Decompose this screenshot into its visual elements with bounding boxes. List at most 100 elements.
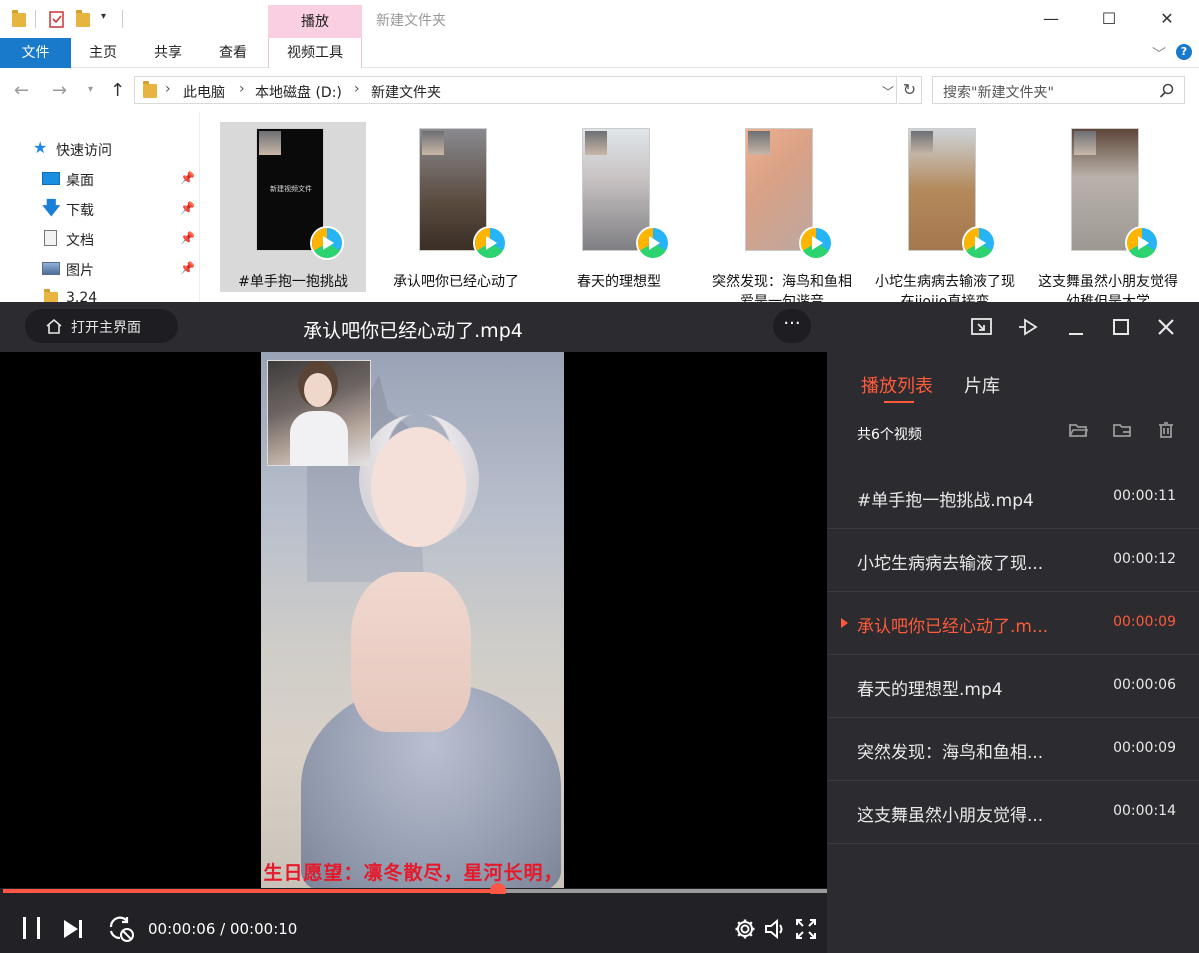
playlist-item-duration: 00:00:09 (1113, 740, 1176, 756)
playlist-item[interactable]: #单手抱一抱挑战.mp4 00:00:11 (827, 466, 1199, 529)
pin-icon[interactable]: 📌 (180, 201, 195, 215)
recent-dropdown-icon[interactable]: ▾ (88, 84, 93, 95)
picture-icon (42, 262, 60, 275)
file-item[interactable]: 这支舞虽然小朋友觉得幼稚但是大学 (1035, 122, 1181, 310)
back-arrow-icon[interactable]: ← (14, 80, 29, 101)
file-name: 春天的理想型 (577, 274, 661, 290)
file-grid: 新建视频文件 #单手抱一抱挑战 承认吧你已经心动了 春天的理想型 突然发现：海鸟… (210, 112, 1199, 310)
folder-icon (143, 81, 157, 98)
thumbnail-inset (585, 131, 607, 155)
thumbnail-inset (1074, 131, 1096, 155)
nav-item-desktop[interactable]: 桌面 📌 (0, 164, 200, 194)
video-subtitle: 生日愿望：凛冬散尽，星河长明， (263, 862, 564, 884)
pin-icon[interactable]: 📌 (180, 231, 195, 245)
thumbnail-inset (259, 131, 281, 155)
nav-item-downloads[interactable]: 🡇 下载 📌 (0, 194, 200, 224)
tab-playlist[interactable]: 播放列表 (861, 372, 933, 398)
tab-share[interactable]: 共享 (145, 38, 191, 68)
properties-icon[interactable] (49, 10, 65, 28)
file-item[interactable]: 承认吧你已经心动了 (383, 122, 529, 292)
video-thumbnail (908, 128, 976, 251)
active-tab-indicator (884, 401, 914, 403)
forward-arrow-icon[interactable]: → (52, 80, 67, 101)
playlist-item-active[interactable]: 承认吧你已经心动了.m... 00:00:09 (827, 592, 1199, 655)
playlist-item[interactable]: 突然发现：海鸟和鱼相... 00:00:09 (827, 718, 1199, 781)
thumbnail-inset (911, 131, 933, 155)
pause-icon[interactable] (20, 915, 44, 941)
breadcrumb-separator-icon[interactable]: › (239, 81, 245, 97)
file-item[interactable]: 春天的理想型 (546, 122, 692, 292)
next-track-icon[interactable] (62, 918, 86, 940)
add-to-list-icon[interactable] (1112, 420, 1132, 440)
nav-item-documents[interactable]: 文档 📌 (0, 224, 200, 254)
ribbon-tabs: 文件 主页 共享 查看 视频工具 ﹀ ? (0, 38, 1199, 68)
breadcrumb-separator-icon[interactable]: › (354, 81, 360, 97)
open-main-button[interactable]: 打开主界面 (25, 309, 178, 343)
playlist-item[interactable]: 春天的理想型.mp4 00:00:06 (827, 655, 1199, 718)
maximize-button[interactable]: ☐ (1086, 6, 1132, 32)
playlist-item-name: #单手抱一抱挑战.mp4 (857, 491, 1034, 511)
video-player-icon (801, 228, 831, 258)
open-folder-icon[interactable] (1068, 420, 1088, 440)
help-icon[interactable]: ? (1176, 44, 1192, 60)
minimize-icon[interactable] (1064, 315, 1088, 339)
trash-icon[interactable] (1156, 420, 1176, 440)
maximize-icon[interactable] (1109, 315, 1133, 339)
more-options-button[interactable]: ··· (773, 309, 811, 343)
breadcrumb-separator-icon[interactable]: › (165, 81, 171, 97)
file-item[interactable]: 小坨生病病去输液了现在jiojio直接变 (872, 122, 1018, 310)
context-tab-play[interactable]: 播放 (268, 5, 362, 38)
playlist-count: 共6个视频 (857, 427, 922, 443)
up-arrow-icon[interactable]: ↑ (110, 80, 125, 101)
breadcrumb-folder[interactable]: 新建文件夹 (371, 82, 441, 102)
pin-icon[interactable]: 📌 (180, 261, 195, 275)
minimize-button[interactable]: — (1028, 6, 1074, 32)
address-dropdown-icon[interactable]: ﹀ (882, 83, 894, 100)
loop-mode-icon[interactable] (107, 915, 137, 945)
refresh-icon[interactable]: ↻ (898, 76, 922, 104)
search-box[interactable]: 搜索"新建文件夹" (932, 76, 1185, 104)
tab-file[interactable]: 文件 (0, 38, 71, 68)
video-thumbnail (419, 128, 487, 251)
video-area[interactable]: 生日愿望：凛冬散尽，星河长明， (0, 352, 827, 888)
tab-home[interactable]: 主页 (80, 38, 126, 68)
video-thumbnail (1071, 128, 1139, 251)
fullscreen-icon[interactable] (795, 918, 817, 940)
file-item[interactable]: 突然发现：海鸟和鱼相爱是一句谐音 (709, 122, 855, 310)
close-button[interactable]: ✕ (1144, 6, 1190, 32)
new-folder-icon[interactable] (76, 10, 92, 28)
volume-icon[interactable] (764, 918, 788, 940)
playlist-item[interactable]: 这支舞虽然小朋友觉得... 00:00:14 (827, 781, 1199, 844)
breadcrumb-drive-d[interactable]: 本地磁盘 (D:) (255, 82, 342, 102)
tab-view[interactable]: 查看 (210, 38, 256, 68)
pin-on-top-icon[interactable] (1016, 315, 1040, 339)
thumbnail-inset (422, 131, 444, 155)
video-player-icon (964, 228, 994, 258)
nav-item-quick-access[interactable]: ★ 快速访问 (0, 134, 200, 164)
nav-item-label: 快速访问 (56, 143, 112, 159)
close-icon[interactable] (1154, 315, 1178, 339)
tab-library[interactable]: 片库 (964, 372, 1000, 398)
nav-item-pictures[interactable]: 图片 📌 (0, 254, 200, 284)
nav-item-folder-3-24[interactable]: 3.24 (0, 284, 200, 302)
tab-video-tools[interactable]: 视频工具 (268, 38, 362, 68)
nav-item-label: 文档 (66, 233, 94, 249)
nav-item-label: 图片 (66, 263, 94, 279)
file-item[interactable]: 新建视频文件 #单手抱一抱挑战 (220, 122, 366, 292)
playlist-item-duration: 00:00:11 (1113, 488, 1176, 504)
address-bar[interactable]: › 此电脑 › 本地磁盘 (D:) › 新建文件夹 ﹀ (134, 76, 897, 104)
divider (35, 10, 36, 28)
folder-icon (12, 10, 28, 28)
open-main-label: 打开主界面 (71, 320, 141, 336)
breadcrumb-this-pc[interactable]: 此电脑 (183, 82, 225, 102)
ribbon-expand-icon[interactable]: ﹀ (1152, 44, 1166, 64)
playlist-item[interactable]: 小坨生病病去输液了现... 00:00:12 (827, 529, 1199, 592)
pin-icon[interactable]: 📌 (180, 171, 195, 185)
file-name: #单手抱一抱挑战 (238, 274, 348, 290)
playlist-item-duration: 00:00:09 (1113, 614, 1176, 630)
playlist-item-duration: 00:00:14 (1113, 803, 1176, 819)
mini-mode-icon[interactable] (970, 315, 994, 339)
progress-bar[interactable] (3, 883, 828, 899)
qa-customize-icon[interactable]: ▾ (101, 11, 106, 22)
settings-gear-icon[interactable] (734, 918, 756, 940)
